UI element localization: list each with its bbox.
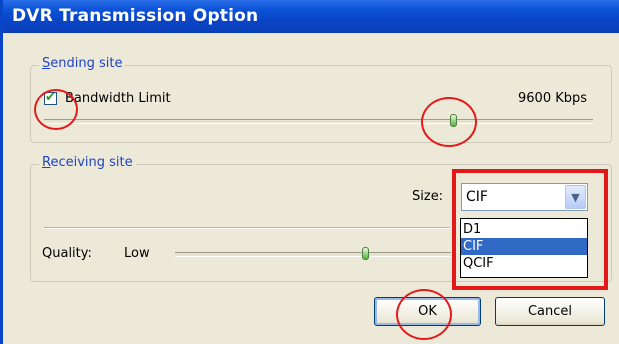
cancel-button[interactable]: Cancel [495, 297, 605, 326]
slider-highlight-circle [421, 97, 477, 147]
size-dropdown-highlight [452, 169, 608, 290]
quality-slider-thumb[interactable] [362, 247, 369, 260]
bandwidth-limit-label[interactable]: Bandwidth Limit [65, 91, 171, 106]
bandwidth-value: 9600 Kbps [518, 91, 588, 106]
quality-slider-track[interactable] [175, 252, 451, 257]
receiving-site-legend: Receiving site [39, 155, 136, 170]
title-bar[interactable]: DVR Transmission Option [3, 0, 619, 33]
receiving-separator [44, 227, 450, 229]
checkbox-highlight-circle [34, 89, 78, 130]
size-label: Size: [412, 189, 444, 204]
ok-highlight-circle [396, 289, 452, 340]
dvr-transmission-dialog: DVR Transmission Option Sending site ✔ B… [0, 0, 619, 344]
bandwidth-slider-track[interactable] [44, 119, 593, 124]
quality-low-label: Low [124, 246, 150, 261]
quality-label: Quality: [42, 246, 92, 261]
window-title: DVR Transmission Option [12, 6, 259, 26]
sending-site-legend: Sending site [39, 56, 126, 71]
sending-site-legend-rest: ending site [50, 56, 123, 71]
